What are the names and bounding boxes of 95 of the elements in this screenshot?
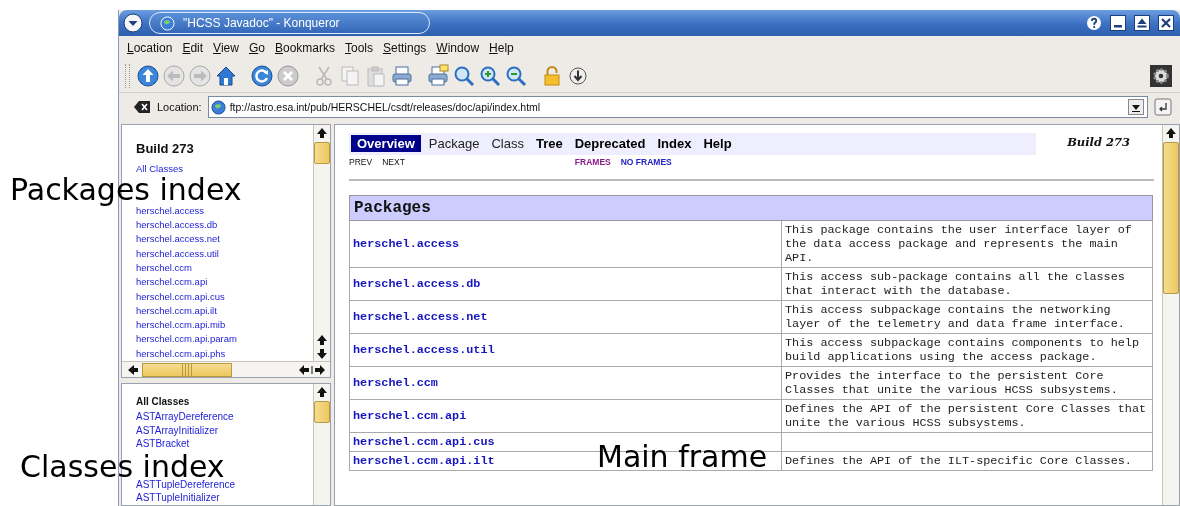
go-icon[interactable] [1154, 98, 1172, 116]
menu-item[interactable]: View [213, 41, 239, 55]
menu-item[interactable]: Settings [383, 41, 427, 55]
vertical-scrollbar[interactable] [313, 384, 330, 505]
annotation-label: Packages index [10, 175, 242, 205]
annotation-label: Main frame [597, 442, 768, 472]
zoom-out-icon[interactable] [504, 64, 528, 88]
sub-nav-link[interactable]: NEXT [382, 157, 405, 167]
package-link[interactable]: herschel.access.util [353, 343, 495, 357]
package-link[interactable]: herschel.ccm.api [353, 409, 467, 423]
package-link[interactable]: herschel.ccm.api [136, 275, 208, 290]
printer-icon[interactable] [390, 64, 414, 88]
nav-tab[interactable]: Package [424, 135, 484, 152]
build-title: Build 273 [136, 141, 194, 156]
close-icon[interactable] [1158, 15, 1174, 31]
frame-link[interactable]: NO FRAMES [620, 157, 672, 167]
package-link[interactable]: herschel.access [353, 237, 460, 251]
package-link[interactable]: herschel.access.util [136, 246, 219, 261]
package-link[interactable]: herschel.ccm [353, 376, 438, 390]
vertical-scrollbar[interactable] [1162, 125, 1179, 505]
magnifier-icon[interactable] [452, 64, 476, 88]
sub-nav-link[interactable]: PREV [349, 157, 373, 167]
menu-item[interactable]: Edit [182, 41, 204, 55]
package-link[interactable]: herschel.ccm.api.phs [136, 346, 226, 361]
table-cell: Provides the interface to the persistent Core Classes that unite the various HCSS subsystems. [781, 366, 1153, 400]
table-cell: Defines the API of the persistent Core Classes that unite the various HCSS subsystems. [781, 399, 1153, 433]
nav-tab[interactable]: Index [653, 135, 696, 152]
menu-item[interactable]: Window [436, 41, 480, 55]
scroll-left-icon[interactable] [126, 362, 140, 377]
scroll-up-icon[interactable] [315, 126, 329, 140]
menu-item[interactable]: Location [127, 41, 173, 55]
package-link[interactable]: herschel.access.db [353, 277, 481, 291]
scroll-up-icon[interactable] [1164, 126, 1178, 140]
class-link[interactable]: ASTTupleDereference [136, 477, 236, 491]
scroll-thumb[interactable] [314, 142, 330, 164]
menu-item[interactable]: Bookmarks [274, 41, 335, 55]
gear-icon[interactable] [1150, 65, 1172, 87]
table-cell: This access sub-package contains all the classes that interact with the database. [781, 267, 1153, 301]
package-link[interactable]: herschel.ccm.api.mib [136, 318, 226, 333]
table-cell: This access subpackage contains the networking layer of the telemetry and data frame interface. [781, 300, 1153, 334]
scroll-up-icon[interactable] [315, 333, 329, 347]
help-icon[interactable] [1086, 15, 1102, 31]
dropdown-icon[interactable] [1127, 99, 1145, 115]
class-link[interactable]: ASTBracket [136, 437, 190, 451]
table-cell: This package contains the user interface layer of the data access package and represents the main API. [781, 220, 1153, 268]
scroll-up-icon[interactable] [315, 385, 329, 399]
package-link[interactable]: herschel.ccm.api.cus [353, 435, 495, 449]
location-label: Location: [157, 101, 202, 113]
reload-icon[interactable] [250, 64, 274, 88]
globe-icon [210, 99, 226, 115]
clear-location-icon[interactable] [133, 100, 151, 114]
frame-link[interactable]: FRAMES [574, 157, 611, 167]
scroll-thumb[interactable] [314, 401, 330, 423]
table-heading: Packages [349, 195, 1153, 221]
home-icon[interactable] [214, 64, 238, 88]
zoom-in-icon[interactable] [478, 64, 502, 88]
table-cell: This access subpackage contains components to help build applications using the access package. [781, 333, 1153, 367]
download-icon[interactable] [566, 64, 590, 88]
package-link[interactable]: herschel.access.db [136, 218, 218, 233]
maximize-icon[interactable] [1134, 15, 1150, 31]
globe-icon [160, 15, 175, 31]
nav-tab[interactable]: Class [487, 135, 528, 152]
nav-tab[interactable]: Deprecated [570, 135, 650, 152]
package-link[interactable]: herschel.access.net [136, 232, 220, 247]
location-field[interactable]: ftp://astro.esa.int/pub/HERSCHEL/csdt/releases/doc/api/index.html [207, 96, 1148, 118]
class-link[interactable]: ASTArrayDereference [136, 410, 234, 424]
package-link[interactable]: herschel.ccm.api.cus [136, 289, 225, 304]
all-classes-heading: All Classes [136, 396, 190, 407]
package-link[interactable]: herschel.ccm [136, 260, 192, 276]
scroll-down-icon[interactable] [315, 347, 329, 361]
class-link[interactable]: ASTTupleInitializer [136, 491, 220, 505]
table-cell: Defines the API of the ILT-specific Core Classes. [781, 451, 1153, 471]
class-link[interactable]: ASTArrayInitializer [136, 423, 219, 437]
package-link[interactable]: herschel.ccm.api.ilt [136, 303, 217, 319]
all-classes-link[interactable]: All Classes [136, 162, 183, 177]
vertical-scrollbar[interactable] [313, 125, 330, 361]
window-title: "HCSS Javadoc" - Konqueror [183, 16, 340, 30]
build-label: Build 273 [1067, 134, 1131, 149]
package-link[interactable]: herschel.ccm.api.param [136, 332, 237, 347]
nav-tab[interactable]: Help [699, 135, 736, 152]
horizontal-scrollbar[interactable] [122, 361, 330, 377]
nav-tab[interactable]: Overview [351, 135, 421, 152]
minimize-icon[interactable] [1110, 15, 1126, 31]
menu-item[interactable]: Go [248, 41, 265, 55]
menu-item[interactable]: Help [489, 41, 514, 55]
menu-item[interactable]: Tools [344, 41, 373, 55]
package-link[interactable]: herschel.access.net [353, 310, 488, 324]
window-menu-icon[interactable] [123, 13, 143, 33]
package-link[interactable]: herschel.ccm.api.ilt [353, 454, 495, 468]
printer-icon[interactable] [426, 64, 450, 88]
scroll-thumb[interactable] [1163, 142, 1179, 294]
scroll-thumb[interactable] [142, 362, 232, 377]
nav-tab[interactable]: Tree [531, 135, 567, 152]
scroll-left-right-icon[interactable] [298, 362, 326, 377]
package-link[interactable]: herschel.access [136, 203, 205, 219]
